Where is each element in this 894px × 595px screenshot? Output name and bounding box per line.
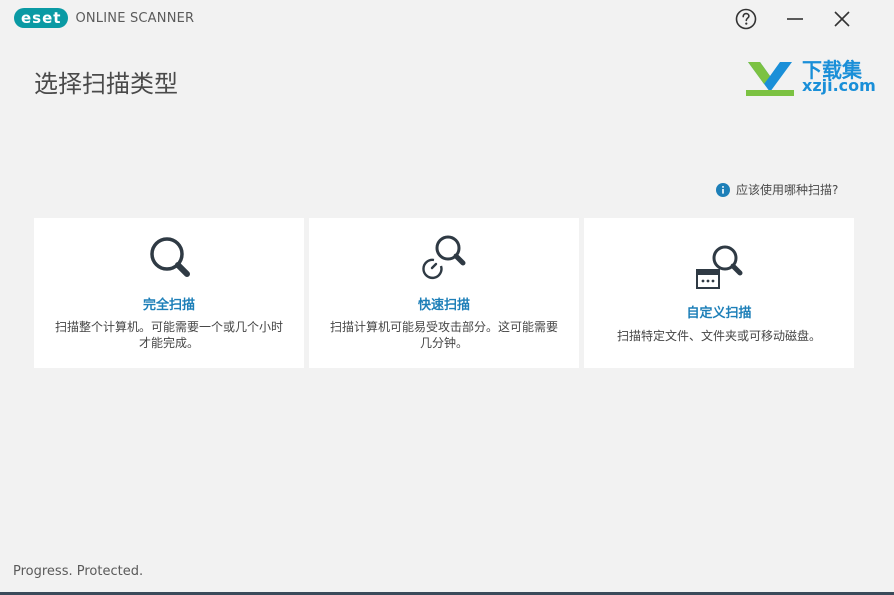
scan-type-help-link[interactable]: 应该使用哪种扫描? — [716, 181, 838, 198]
minimize-button[interactable] — [782, 6, 808, 32]
full-scan-card[interactable]: 完全扫描 扫描整个计算机。可能需要一个或几个小时才能完成。 — [34, 218, 304, 368]
help-circle-icon — [735, 8, 757, 30]
minimize-icon — [787, 18, 803, 20]
footer-tagline: Progress. Protected. — [13, 564, 144, 579]
custom-scan-desc: 扫描特定文件、文件夹或可移动磁盘。 — [616, 329, 821, 343]
info-icon — [716, 182, 730, 197]
close-icon — [834, 11, 850, 27]
full-scan-desc: 扫描整个计算机。可能需要一个或几个小时才能完成。 — [54, 320, 283, 350]
watermark: 下载集 xzji.com — [742, 52, 882, 98]
full-scan-title: 完全扫描 — [142, 298, 195, 313]
title-bar: eset ONLINE SCANNER — [0, 0, 894, 38]
quick-scan-desc: 扫描计算机可能易受攻击部分。这可能需要几分钟。 — [329, 320, 558, 350]
quick-scan-icon — [422, 235, 466, 280]
quick-scan-title: 快速扫描 — [417, 298, 470, 313]
logo-badge: eset — [14, 8, 69, 28]
watermark-logo-icon — [746, 62, 794, 96]
custom-scan-icon — [696, 245, 743, 289]
logo-text: ONLINE SCANNER — [75, 10, 195, 26]
quick-scan-card[interactable]: 快速扫描 扫描计算机可能易受攻击部分。这可能需要几分钟。 — [309, 218, 579, 368]
custom-scan-title: 自定义扫描 — [686, 306, 752, 321]
help-button[interactable] — [733, 6, 759, 32]
close-button[interactable] — [829, 6, 855, 32]
magnifier-icon — [150, 237, 190, 277]
custom-scan-card[interactable]: 自定义扫描 扫描特定文件、文件夹或可移动磁盘。 — [584, 218, 854, 368]
help-link-label: 应该使用哪种扫描? — [736, 183, 839, 197]
watermark-sub: xzji.com — [802, 76, 876, 95]
eset-logo: eset ONLINE SCANNER — [14, 8, 194, 28]
page-title: 选择扫描类型 — [34, 70, 178, 98]
